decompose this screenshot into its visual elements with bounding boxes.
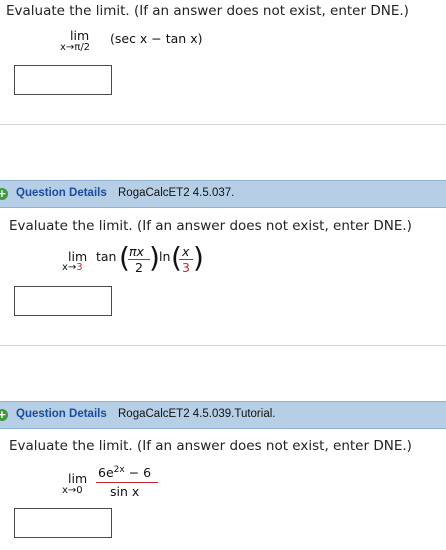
- q3-expression: lim x→0 6e2x − 6 sin x: [62, 462, 182, 499]
- q1-lim-subscript: x→π/2: [60, 42, 91, 53]
- q1-lim: lim: [70, 28, 90, 43]
- q3-question-id: RogaCalcET2 4.5.039.Tutorial.: [118, 408, 276, 420]
- q3-lim: lim: [68, 471, 88, 486]
- divider-1: [0, 124, 446, 125]
- q2-right-paren-2: ): [193, 241, 204, 274]
- q3-lim-subscript: x→0: [62, 485, 83, 496]
- q1-function: (sec x − tan x): [110, 31, 203, 46]
- expand-plus-icon[interactable]: +: [0, 188, 8, 200]
- q2-ln: ln: [159, 249, 171, 264]
- q3-details-bar: + Question Details RogaCalcET2 4.5.039.T…: [0, 401, 446, 429]
- q2-tan: tan: [96, 249, 117, 264]
- q3-question-details-link[interactable]: Question Details: [16, 408, 107, 420]
- q1-prompt: Evaluate the limit. (If an answer does n…: [6, 3, 409, 19]
- divider-2: [0, 345, 446, 346]
- q2-numerator-1: πx: [129, 244, 144, 259]
- q3-answer-input[interactable]: [14, 508, 112, 538]
- q3-numerator: 6e2x − 6: [98, 465, 152, 481]
- q2-expression: lim x→3 tan ( πx 2 ) ln ( x 3 ): [60, 241, 220, 276]
- q3-fraction-bar: [96, 482, 158, 483]
- q2-question-id: RogaCalcET2 4.5.037.: [118, 187, 235, 199]
- q1-answer-input[interactable]: [14, 65, 112, 95]
- q2-denominator-1: 2: [135, 260, 143, 275]
- q2-details-bar: + Question Details RogaCalcET2 4.5.037.: [0, 180, 446, 208]
- q2-answer-input[interactable]: [14, 286, 112, 316]
- q2-denominator-2: 3: [182, 260, 190, 275]
- q2-prompt: Evaluate the limit. (If an answer does n…: [9, 218, 412, 234]
- q2-numerator-2: x: [182, 244, 190, 259]
- q3-denominator: sin x: [110, 484, 140, 499]
- q2-question-details-link[interactable]: Question Details: [16, 187, 107, 199]
- q2-left-paren-2: (: [171, 241, 182, 274]
- expand-plus-icon[interactable]: +: [0, 409, 8, 421]
- q3-prompt: Evaluate the limit. (If an answer does n…: [9, 438, 412, 454]
- q2-lim-subscript: x→3: [62, 262, 83, 273]
